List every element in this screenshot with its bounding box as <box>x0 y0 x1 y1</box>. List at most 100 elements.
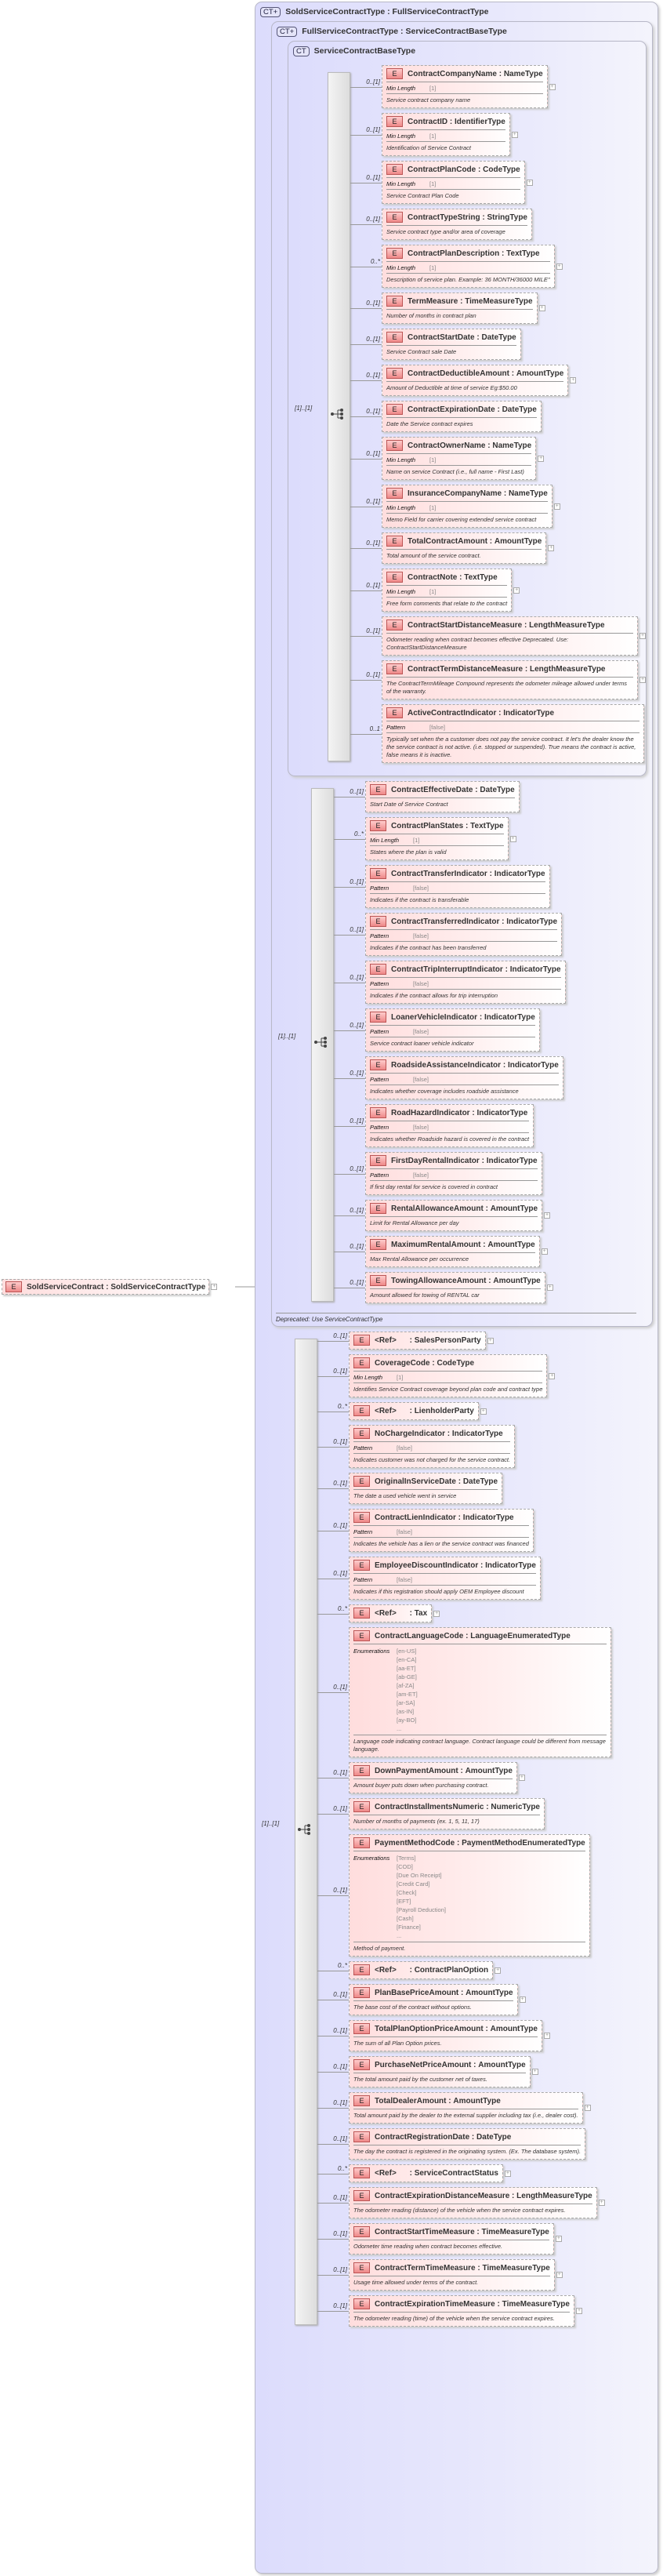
root-element[interactable]: E SoldServiceContract : SoldServiceContr… <box>2 1279 218 1295</box>
expand-icon[interactable]: + <box>556 2272 563 2278</box>
element-roadhazardindicator[interactable]: E RoadHazardIndicator : IndicatorType Patt… <box>365 1104 534 1147</box>
expand-icon[interactable]: + <box>519 1996 526 2003</box>
expand-icon[interactable]: + <box>556 263 563 270</box>
expand-icon[interactable]: + <box>584 2105 591 2111</box>
element-contractnote[interactable]: E ContractNote : TextType Min Length [1] Fre… <box>382 569 513 612</box>
expand-icon[interactable]: + <box>549 83 556 90</box>
element-contractstartdate[interactable]: E ContractStartDate : DateType Service Con… <box>382 329 521 360</box>
element-contractlienindicator[interactable]: E ContractLienIndicator : IndicatorType Pa… <box>349 1509 534 1552</box>
element-contracttransferredindicator[interactable]: E ContractTransferredIndicator : Indicato… <box>365 913 563 956</box>
element-contracttermtimemeasure[interactable]: E ContractTermTimeMeasure : TimeMeasureTy… <box>349 2259 555 2291</box>
expand-icon[interactable]: + <box>546 1284 553 1291</box>
element-header: E ContractPlanDescription : TextType <box>386 248 550 262</box>
element-coveragecode[interactable]: E CoverageCode : CodeType Min Length [1] Ide… <box>349 1354 548 1397</box>
expand-icon[interactable]: + <box>544 1212 551 1219</box>
connector-line <box>317 1895 349 1896</box>
element-totaldealeramount[interactable]: E TotalDealerAmount : AmountType Total amo… <box>349 2092 583 2124</box>
expand-icon[interactable]: + <box>639 677 646 683</box>
expand-icon[interactable]: + <box>513 587 520 594</box>
element-contractlanguagecode[interactable]: E ContractLanguageCode : LanguageEnumerat… <box>349 1627 611 1757</box>
element-contracteffectivedate[interactable]: E ContractEffectiveDate : DateType Start D… <box>365 781 520 812</box>
expand-icon[interactable]: + <box>639 633 646 639</box>
element-nochargeindicator[interactable]: E NoChargeIndicator : IndicatorType Patter… <box>349 1425 516 1468</box>
connector: 0..[1] <box>334 961 365 1004</box>
element-name: ContractDeductibleAmount <box>408 369 509 378</box>
expand-icon[interactable]: + <box>570 377 577 383</box>
element-originalinservicedate[interactable]: E OriginalInServiceDate : DateType The dat… <box>349 1473 503 1504</box>
element-contractexpirationdistancemeasure[interactable]: E ContractExpirationDistanceMeasure : Len… <box>349 2187 597 2218</box>
expand-icon[interactable]: + <box>549 1372 556 1379</box>
expand-icon[interactable]: + <box>518 1775 525 1781</box>
expand-icon[interactable]: + <box>538 305 545 311</box>
element-contractexpirationdate[interactable]: E ContractExpirationDate : DateType Date t… <box>382 401 542 432</box>
element-contracttripinterruptindicator[interactable]: E ContractTripInterruptIndicator : Indica… <box>365 961 566 1004</box>
element-contracttermdistancemeasure[interactable]: E ContractTermDistanceMeasure : LengthMea… <box>382 660 638 699</box>
element-contractplancode[interactable]: E ContractPlanCode : CodeType Min Length [1… <box>382 161 525 204</box>
element-paymentmethodcode[interactable]: E PaymentMethodCode : PaymentMethodEnumer… <box>349 1834 590 1957</box>
element-rentalallowanceamount[interactable]: E RentalAllowanceAmount : AmountType Limit… <box>365 1200 543 1231</box>
element-maximumrentalamount[interactable]: E MaximumRentalAmount : AmountType Max Ren… <box>365 1236 540 1267</box>
element-contracttypestring[interactable]: E ContractTypeString : StringType Service … <box>382 209 532 240</box>
element-roadsideassistanceindicator[interactable]: E RoadsideAssistanceIndicator : Indicator… <box>365 1056 563 1099</box>
element-contracttransferindicator[interactable]: E ContractTransferIndicator : IndicatorTy… <box>365 865 550 908</box>
element-badge-icon: E <box>386 296 403 307</box>
expand-icon[interactable]: + <box>509 835 516 842</box>
element-contractinstallmentsnumeric[interactable]: E ContractInstallmentsNumeric : NumericTy… <box>349 1798 545 1829</box>
element-totalplanoptionpriceamount[interactable]: E TotalPlanOptionPriceAmount : AmountType… <box>349 2020 542 2051</box>
expand-icon[interactable]: + <box>531 2069 538 2075</box>
expand-icon[interactable]: + <box>526 179 533 186</box>
element-contractplanstates[interactable]: E ContractPlanStates : TextType Min Length… <box>365 817 509 860</box>
element-purchasenetpriceamount[interactable]: E PurchaseNetPriceAmount : AmountType The … <box>349 2056 531 2087</box>
element-description: Usage time allowed under terms of the co… <box>353 2279 479 2286</box>
element-downpaymentamount[interactable]: E DownPaymentAmount : AmountType Amount bu… <box>349 1762 517 1793</box>
expand-icon[interactable]: + <box>548 545 555 551</box>
element-ref-salespersonparty[interactable]: E <Ref> : SalesPersonParty <box>349 1332 486 1350</box>
expand-icon[interactable]: + <box>541 1248 548 1255</box>
element-termmeasure[interactable]: E TermMeasure : TimeMeasureType Number of … <box>382 292 538 324</box>
group-cardinality: [1]..[1] <box>278 1033 296 1040</box>
element-name: TotalDealerAmount <box>375 2096 447 2105</box>
element-contractexpirationtimemeasure[interactable]: E ContractExpirationTimeMeasure : TimeMea… <box>349 2295 574 2327</box>
expand-icon[interactable]: + <box>511 131 518 138</box>
element-contractregistrationdate[interactable]: E ContractRegistrationDate : DateType The … <box>349 2128 586 2160</box>
expand-icon[interactable]: + <box>504 2170 511 2177</box>
element-ref-servicecontractstatus[interactable]: E <Ref> : ServiceContractStatus <box>349 2164 503 2182</box>
expand-icon[interactable]: + <box>433 1610 440 1617</box>
element-contractownername[interactable]: E ContractOwnerName : NameType Min Length [… <box>382 437 537 480</box>
element-activecontractindicator[interactable]: E ActiveContractIndicator : IndicatorType… <box>382 704 644 763</box>
expand-icon[interactable]: + <box>575 2308 582 2314</box>
expand-icon[interactable]: + <box>495 1967 502 1974</box>
expand-icon[interactable]: + <box>543 2033 550 2039</box>
element-totalcontractamount[interactable]: E TotalContractAmount : AmountType Total a… <box>382 532 547 564</box>
element-employeediscountindicator[interactable]: E EmployeeDiscountIndicator : IndicatorTy… <box>349 1557 541 1600</box>
facet-value: [false] <box>413 1172 429 1179</box>
element-row: 0..[1] E TowingAllowanceAmount : AmountTyp… <box>334 1272 566 1303</box>
element-planbasepriceamount[interactable]: E PlanBasePriceAmount : AmountType The bas… <box>349 1984 518 2015</box>
expand-icon[interactable]: + <box>487 1337 494 1344</box>
element-insurancecompanyname[interactable]: E InsuranceCompanyName : NameType Min Leng… <box>382 485 552 528</box>
expand-icon[interactable]: + <box>598 2200 605 2206</box>
element-contractcompanyname[interactable]: E ContractCompanyName : NameType Min Lengt… <box>382 65 548 108</box>
expand-icon[interactable]: + <box>553 503 560 510</box>
element-contractstarttimemeasure[interactable]: E ContractStartTimeMeasure : TimeMeasureT… <box>349 2223 554 2254</box>
element-ref-tax[interactable]: E <Ref> : Tax <box>349 1604 433 1622</box>
element-ref-lienholderparty[interactable]: E <Ref> : LienholderParty <box>349 1402 479 1420</box>
element-contractid[interactable]: E ContractID : IdentifierType Min Length [1… <box>382 113 510 156</box>
expand-icon[interactable]: + <box>480 1408 487 1415</box>
element-header: E TotalDealerAmount : AmountType <box>353 2095 578 2109</box>
element-contractdeductibleamount[interactable]: E ContractDeductibleAmount : AmountType Am… <box>382 365 569 396</box>
element-contractplandescription[interactable]: E ContractPlanDescription : TextType Min L… <box>382 245 555 288</box>
element-ref-contractplanoption[interactable]: E <Ref> : ContractPlanOption <box>349 1961 494 1979</box>
element-towingallowanceamount[interactable]: E TowingAllowanceAmount : AmountType Amoun… <box>365 1272 545 1303</box>
facet-label: Min Length <box>386 504 416 511</box>
expand-icon[interactable]: + <box>538 455 545 462</box>
cardinality-label: 0..[1] <box>333 2027 347 2034</box>
cardinality-label: 0..[1] <box>350 973 364 981</box>
expand-icon[interactable]: + <box>211 1284 218 1290</box>
element-header: E DownPaymentAmount : AmountType <box>353 1765 513 1779</box>
element-loanervehicleindicator[interactable]: E LoanerVehicleIndicator : IndicatorType P… <box>365 1008 540 1052</box>
element-row: 0..[1] E PurchaseNetPriceAmount : AmountTy… <box>317 2056 611 2087</box>
element-firstdayrentalindicator[interactable]: E FirstDayRentalIndicator : IndicatorType… <box>365 1152 542 1195</box>
expand-icon[interactable]: + <box>555 2236 562 2242</box>
element-contractstartdistancemeasure[interactable]: E ContractStartDistanceMeasure : LengthMe… <box>382 616 638 656</box>
